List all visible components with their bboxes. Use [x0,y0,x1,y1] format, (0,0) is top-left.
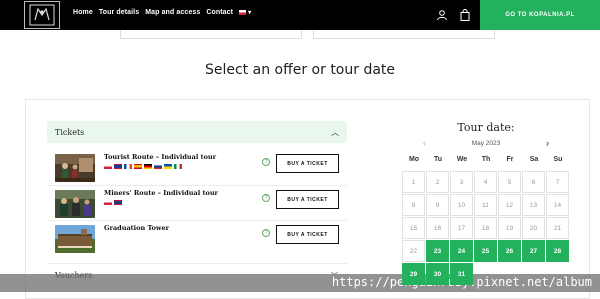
calendar-day: 14 [546,194,569,216]
language-selector[interactable]: ▾ [239,9,257,16]
previous-card [313,30,495,39]
buy-ticket-button[interactable]: BUY A TICKET [276,190,339,209]
calendar-day: 11 [474,194,497,216]
calendar-day: 21 [546,217,569,239]
tour-title: Miners' Route – Individual tour [104,189,218,197]
buy-ticket-button[interactable]: BUY A TICKET [276,154,339,173]
row-divider [47,220,347,221]
calendar-day-available[interactable]: 30 [426,263,449,285]
calendar-day: 5 [498,171,521,193]
watermark-bar: https://penguinruby.pixnet.net/album [0,274,600,292]
nav-map-and-access[interactable]: Map and access [145,9,200,16]
miners-route-thumbnail [55,190,95,218]
flag-gb-icon [114,200,122,205]
calendar-day-available[interactable]: 25 [474,240,497,262]
tour-row: Tourist Route – Individual tour ? BUY A … [47,151,347,185]
calendar-day: 2 [426,171,449,193]
info-icon[interactable]: ? [262,158,270,166]
flag-fr-icon [124,164,132,169]
polish-flag-icon [239,10,247,15]
shopping-bag-icon[interactable] [460,9,470,21]
calendar-day: 1 [402,171,425,193]
flag-es-icon [134,164,142,169]
weekday-label: Tu [433,156,443,163]
weekday-label: Su [553,156,563,163]
calendar-day: 19 [498,217,521,239]
top-navigation-bar: Home Tour details Map and access Contact… [0,0,600,30]
tickets-label: Tickets [55,127,85,137]
calendar-day: 20 [522,217,545,239]
language-flags [104,164,182,169]
weekday-label: Mo [408,156,420,163]
tickets-accordion-header[interactable]: Tickets ︿ [47,121,347,143]
row-divider [47,185,347,186]
tour-title: Tourist Route – Individual tour [104,153,217,161]
nav-contact[interactable]: Contact [206,9,233,16]
nav-home[interactable]: Home [73,9,93,16]
calendar-day: 8 [402,194,425,216]
language-flags [104,200,122,205]
weekday-label: We [456,156,468,163]
previous-card [120,30,302,39]
flag-pl-icon [104,164,112,169]
info-icon[interactable]: ? [262,229,270,237]
next-month-icon[interactable]: › [546,138,549,148]
mine-logo[interactable] [24,1,60,29]
nav-tour-details[interactable]: Tour details [99,9,139,16]
tourist-route-thumbnail [55,154,95,182]
calendar-day-available[interactable]: 26 [498,240,521,262]
calendar-day: 12 [498,194,521,216]
tour-title: Graduation Tower [104,224,170,232]
row-divider [47,263,347,264]
flag-ua-icon [164,164,172,169]
flag-gb-icon [114,164,122,169]
weekday-label: Fr [506,156,514,163]
calendar-day-available[interactable]: 31 [450,263,473,285]
flag-it-icon [174,164,182,169]
user-icon[interactable] [436,9,448,21]
tour-date-title: Tour date: [457,121,515,134]
calendar-day: 4 [474,171,497,193]
calendar-day: 6 [522,171,545,193]
graduation-tower-thumbnail [55,225,95,253]
go-to-kopalnia-button[interactable]: GO TO KOPALNIA.PL [480,0,600,30]
calendar-day: 7 [546,171,569,193]
info-icon[interactable]: ? [262,194,270,202]
calendar-day: 13 [522,194,545,216]
main-nav: Home Tour details Map and access Contact… [73,9,263,16]
calendar-day: 3 [450,171,473,193]
calendar-navigation: ‹ May 2023 › [401,138,571,150]
flag-de-icon [144,164,152,169]
chevron-up-icon: ︿ [331,128,339,137]
weekday-label: Th [481,156,491,163]
calendar-day: 16 [426,217,449,239]
calendar-day: 9 [426,194,449,216]
calendar-day: 15 [402,217,425,239]
calendar-day: 18 [474,217,497,239]
flag-ru-icon [154,164,162,169]
chevron-down-icon: ▾ [248,10,252,16]
flag-pl-icon [104,200,112,205]
calendar-day-available[interactable]: 23 [426,240,449,262]
calendar-day-available[interactable]: 29 [402,263,425,285]
weekday-label: Sa [529,156,539,163]
calendar-day: 22 [402,240,425,262]
calendar-day: 10 [450,194,473,216]
tour-row: Miners' Route – Individual tour ? BUY A … [47,187,347,221]
calendar-day: 17 [450,217,473,239]
calendar-day-available[interactable]: 28 [546,240,569,262]
calendar-day-available[interactable]: 27 [522,240,545,262]
calendar-day-available[interactable]: 24 [450,240,473,262]
page-heading: Select an offer or tour date [204,62,396,78]
tour-row: Graduation Tower ? BUY A TICKET [47,222,347,256]
buy-ticket-button[interactable]: BUY A TICKET [276,225,339,244]
